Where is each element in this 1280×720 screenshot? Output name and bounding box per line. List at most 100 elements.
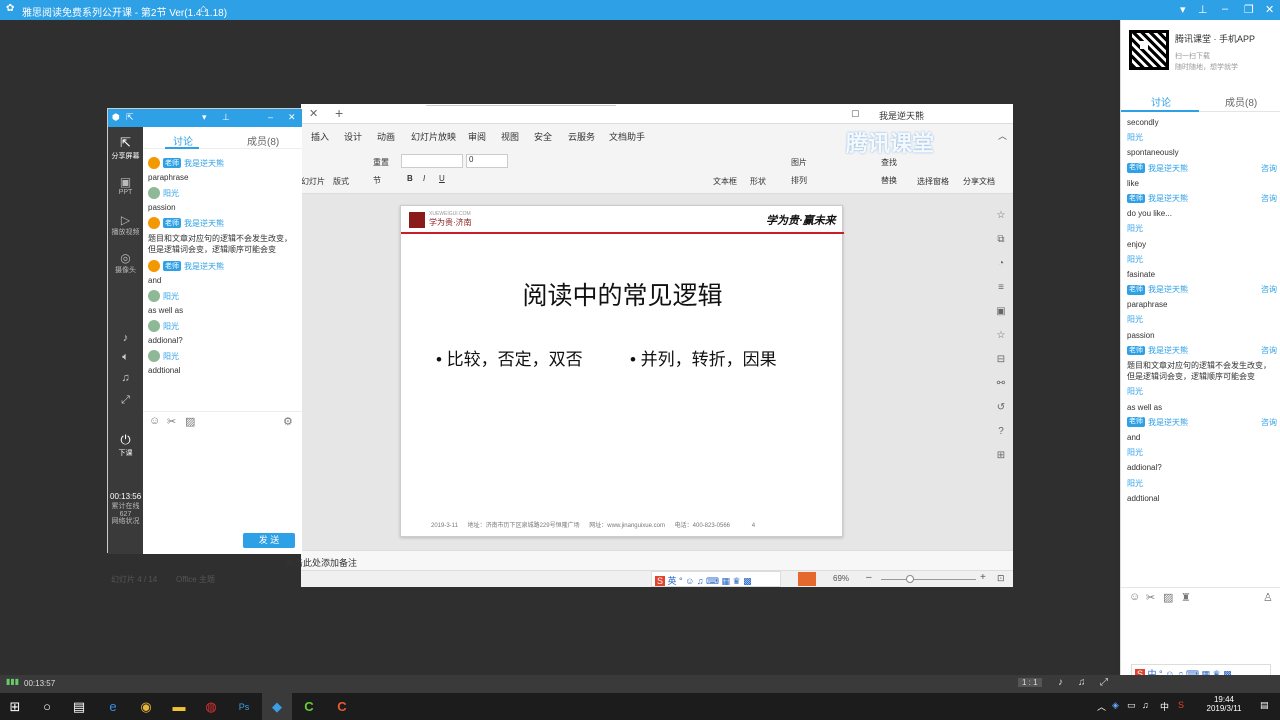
ribbon-tab[interactable]: 云服务 [568, 130, 595, 143]
ribbon-tab[interactable]: 插入 [311, 130, 329, 143]
sender-name[interactable]: 我是逆天熊 [1148, 345, 1188, 356]
mic-icon[interactable]: ♪ [1058, 677, 1063, 688]
emoji-icon[interactable]: ☺ [1129, 591, 1140, 603]
ribbon-tab[interactable]: 安全 [534, 130, 552, 143]
ime-toolbar[interactable]: S 英 ° ☺ ♫ ⌨ ▦ ♛ ▩ [651, 571, 781, 587]
slide-canvas[interactable]: XUEWEIGUI.COM 学为贵·济南 学为贵·赢未来 阅读中的常见逻辑 • … [400, 205, 844, 537]
fit-window-icon[interactable]: ⊡ [997, 573, 1005, 584]
ribbon-tab[interactable]: 动画 [377, 130, 395, 143]
sogou-icon[interactable]: S [1178, 700, 1184, 710]
copy-icon[interactable]: ⧉ [991, 228, 1011, 252]
sender-name[interactable]: 阳光 [1127, 314, 1143, 325]
tab-discussion[interactable]: 讨论 [1151, 94, 1171, 109]
close-icon[interactable]: ✕ [1265, 3, 1274, 16]
shield-icon[interactable]: ◈ [1112, 700, 1119, 711]
message-input[interactable] [147, 431, 297, 521]
picture-button[interactable]: 图片 [791, 157, 807, 168]
textbox-button[interactable]: 文本框 [713, 176, 737, 187]
bold-icon[interactable]: B [407, 174, 413, 183]
task-view-icon[interactable]: ▤ [70, 698, 88, 716]
sender-name[interactable]: 阳光 [163, 188, 179, 199]
help-icon[interactable]: ? [991, 420, 1011, 444]
netease-icon[interactable]: ◍ [202, 698, 220, 716]
dropdown-icon[interactable]: ▾ [1180, 3, 1186, 16]
close-icon[interactable]: ✕ [288, 112, 296, 123]
recorder-icon[interactable]: C [333, 698, 351, 716]
sender-name[interactable]: 阳光 [1127, 478, 1143, 489]
sender-name[interactable]: 阳光 [163, 291, 179, 302]
zoom-in-icon[interactable]: + [980, 572, 986, 583]
new-slide-button[interactable]: 幻灯片 [301, 176, 325, 187]
volume-icon[interactable]: ♫ [1142, 700, 1149, 710]
tencent-classroom-icon[interactable]: ◆ [268, 698, 286, 716]
zoom-slider[interactable] [881, 579, 976, 580]
font-name-select[interactable] [401, 154, 463, 168]
edge-icon[interactable]: e [104, 698, 122, 716]
ribbon-tab[interactable]: 幻灯片放映 [411, 130, 456, 143]
avatar[interactable] [148, 217, 160, 229]
camtasia-icon[interactable]: C [300, 698, 318, 716]
volume-icon[interactable]: ♫ [1078, 677, 1086, 688]
replace-button[interactable]: 替换 [881, 175, 897, 186]
consult-link[interactable]: 咨询 [1261, 284, 1277, 295]
share-icon[interactable]: ⚯ [991, 372, 1011, 396]
avatar[interactable] [148, 187, 160, 199]
reset-button[interactable]: 重置 [373, 157, 389, 168]
ppt-button[interactable]: ▣ PPT [110, 175, 141, 196]
sender-name[interactable]: 我是逆天熊 [1148, 163, 1188, 174]
consult-link[interactable]: 咨询 [1261, 345, 1277, 356]
camera-button[interactable]: ◎ 摄像头 [110, 251, 141, 275]
sender-name[interactable]: 我是逆天熊 [1148, 284, 1188, 295]
selection-pane-button[interactable]: 选择窗格 [917, 176, 949, 187]
photoshop-icon[interactable]: Ps [235, 698, 253, 716]
zoom-level[interactable]: 69% [833, 574, 849, 583]
sender-name[interactable]: 我是逆天熊 [1148, 417, 1188, 428]
ime-indicator[interactable]: 中 [1160, 700, 1169, 713]
shape-icon[interactable]: ◔ [991, 252, 1011, 276]
play-video-button[interactable]: ▷ 播放视频 [110, 213, 141, 237]
pin-icon[interactable]: ⊥ [1198, 3, 1208, 16]
chrome-icon[interactable]: ◉ [137, 698, 155, 716]
sender-name[interactable]: 我是逆天熊 [184, 158, 224, 169]
end-class-button[interactable]: ⏻ 下课 [110, 432, 141, 458]
sender-name[interactable]: 阳光 [1127, 386, 1143, 397]
share-doc-button[interactable]: 分享文档 [963, 176, 995, 187]
consult-link[interactable]: 咨询 [1261, 193, 1277, 204]
image-icon[interactable]: ▨ [185, 415, 195, 428]
zoom-out-icon[interactable]: – [866, 572, 872, 583]
speaker-icon[interactable]: 🔈︎ [110, 351, 141, 364]
minimize-icon[interactable]: – [268, 112, 273, 122]
find-button[interactable]: 查找 [881, 157, 897, 168]
notifications-icon[interactable]: ▤ [1260, 700, 1269, 711]
collapse-ribbon-icon[interactable]: ︿ [998, 129, 1007, 142]
arrange-button[interactable]: 排列 [791, 175, 807, 186]
tab-members[interactable]: 成员(8) [1225, 94, 1257, 109]
italic-icon[interactable]: I [423, 174, 425, 183]
dropdown-icon[interactable]: ▾ [202, 112, 207, 123]
avatar[interactable] [148, 290, 160, 302]
sender-name[interactable]: 阳光 [1127, 223, 1143, 234]
ribbon-tab[interactable]: 文档助手 [609, 130, 645, 143]
avatar[interactable] [148, 260, 160, 272]
minimize-icon[interactable]: – [1222, 3, 1228, 15]
folder-icon[interactable]: ▬ [170, 698, 188, 716]
tab-members[interactable]: 成员(8) [247, 133, 279, 148]
consult-link[interactable]: 咨询 [1261, 163, 1277, 174]
zoom-slider-thumb[interactable] [906, 575, 914, 583]
new-tab-icon[interactable]: + [335, 105, 343, 121]
home-icon[interactable]: ⌂ [200, 3, 207, 15]
ribbon-tab[interactable]: 审阅 [468, 130, 486, 143]
shape-button[interactable]: 形状 [750, 176, 766, 187]
underline-icon[interactable]: U [439, 174, 445, 183]
tab-discussion[interactable]: 讨论 [173, 133, 193, 148]
scissors-icon[interactable]: ✂ [1146, 591, 1155, 604]
sender-name[interactable]: 阳光 [163, 321, 179, 332]
user-icon[interactable]: ♙ [1263, 591, 1273, 604]
close-tab-icon[interactable]: ✕ [309, 107, 318, 120]
pin-icon[interactable]: ⊥ [222, 112, 230, 123]
aspect-ratio-button[interactable]: 1 : 1 [1018, 678, 1042, 687]
tray-up-icon[interactable]: ︿ [1097, 700, 1106, 713]
sender-name[interactable]: 阳光 [1127, 447, 1143, 458]
clock[interactable]: 19:44 2019/3/11 [1200, 695, 1248, 713]
ribbon-tab[interactable]: 视图 [501, 130, 519, 143]
